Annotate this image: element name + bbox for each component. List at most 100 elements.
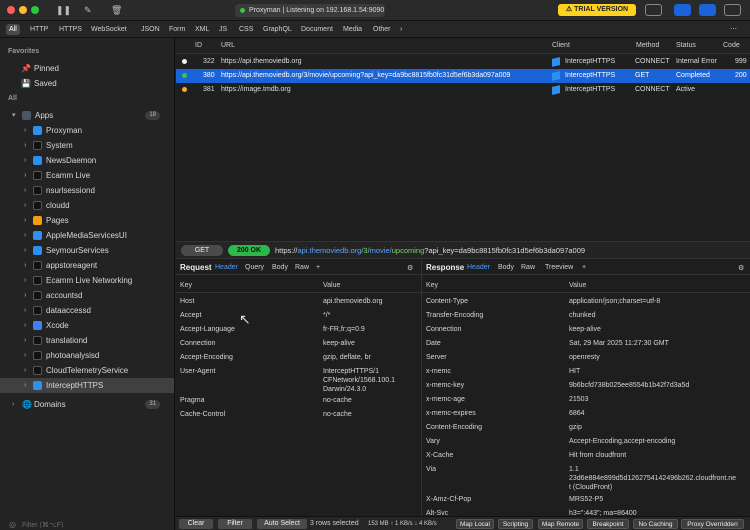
sidebar-item-cloudtelemetryservice[interactable]: › CloudTelemetryService (0, 363, 174, 378)
table-row[interactable]: 380 https://api.themoviedb.org/3/movie/u… (176, 69, 750, 83)
filter-tab-other[interactable]: Other (370, 24, 394, 35)
trash-icon[interactable]: 🗑 (111, 5, 122, 15)
compose-icon[interactable]: ✎ (84, 5, 92, 15)
chevron-right-icon[interactable]: › (24, 288, 30, 303)
chevron-down-icon[interactable]: ▾ (12, 108, 18, 123)
sidebar-item-system[interactable]: › System (0, 138, 174, 153)
chevron-right-icon[interactable]: › (24, 243, 30, 258)
sidebar-item-pages[interactable]: › Pages (0, 213, 174, 228)
chevron-right-icon[interactable]: › (24, 258, 30, 273)
sidebar-group-apps[interactable]: ▾ Apps 18 (0, 108, 174, 123)
tab-response-treeview[interactable]: Treeview (545, 264, 573, 271)
chevron-right-icon[interactable]: › (24, 228, 30, 243)
gear-icon[interactable]: ⚙ (738, 264, 744, 272)
window-layout-icon[interactable] (645, 4, 662, 16)
scripting-toggle[interactable]: Scripting (498, 519, 533, 529)
column-header-client[interactable]: Client (552, 38, 570, 54)
gear-icon[interactable]: ⚙ (407, 264, 413, 272)
filter-tab-all[interactable]: All (6, 24, 20, 35)
sidebar-filter-input[interactable]: Filter (⌘⌥F) (22, 520, 162, 530)
chevron-right-icon[interactable]: › (24, 183, 30, 198)
chevron-right-icon[interactable]: › (24, 213, 30, 228)
filter-tab-graphql[interactable]: GraphQL (260, 24, 295, 35)
sidebar-item-newsdaemon[interactable]: › NewsDaemon (0, 153, 174, 168)
table-row[interactable]: 381 https://image.tmdb.org InterceptHTTP… (176, 83, 750, 97)
filter-tab-http[interactable]: HTTP (27, 24, 51, 35)
chevron-right-icon[interactable]: › (24, 168, 30, 183)
add-tab-button[interactable]: + (316, 264, 320, 271)
auto-select-button[interactable]: Auto Select (257, 519, 307, 529)
sidebar-item-seymourservices[interactable]: › SeymourServices (0, 243, 174, 258)
chevron-right-icon[interactable]: › (24, 273, 30, 288)
pause-icon[interactable]: ❚❚ (56, 5, 71, 15)
chevron-right-icon[interactable]: › (12, 397, 18, 412)
column-header-method[interactable]: Method (636, 38, 659, 54)
sidebar-item-intercepthttps[interactable]: › InterceptHTTPS (0, 378, 174, 393)
sidebar-item-photoanalysisd[interactable]: › photoanalysisd (0, 348, 174, 363)
filter-tab-media[interactable]: Media (340, 24, 365, 35)
tab-request-header[interactable]: Header (215, 264, 238, 271)
chevron-right-icon[interactable]: › (24, 138, 30, 153)
sidebar-item-ecamm-live[interactable]: › Ecamm Live (0, 168, 174, 183)
column-header-url[interactable]: URL (221, 38, 235, 54)
column-header-id[interactable]: ID (195, 38, 202, 54)
filter-tab-css[interactable]: CSS (236, 24, 256, 35)
sidebar-item-pinned[interactable]: 📌 Pinned (0, 61, 174, 76)
right-pane-toggle-icon[interactable] (724, 4, 741, 16)
map-local-toggle[interactable]: Map Local (456, 519, 494, 529)
sidebar-group-domains[interactable]: › 🌐 Domains 31 (0, 397, 174, 412)
sidebar-item-saved[interactable]: 💾 Saved (0, 76, 174, 91)
sidebar-item-applemediaservicesui[interactable]: › AppleMediaServicesUI (0, 228, 174, 243)
filter-tab-json[interactable]: JSON (138, 24, 163, 35)
proxy-overridden-toggle[interactable]: Proxy Overridden (681, 519, 744, 529)
column-header-status[interactable]: Status (676, 38, 696, 54)
sidebar-item-appstoreagent[interactable]: › appstoreagent (0, 258, 174, 273)
sidebar-item-dataaccessd[interactable]: › dataaccessd (0, 303, 174, 318)
sidebar-item-ecamm-live-networking[interactable]: › Ecamm Live Networking (0, 273, 174, 288)
filter-tab-websocket[interactable]: WebSocket (88, 24, 130, 35)
tab-response-raw[interactable]: Raw (521, 264, 535, 271)
filter-button[interactable]: Filter (218, 519, 252, 529)
tab-request-body[interactable]: Body (272, 264, 288, 271)
request-url[interactable]: https://api.themoviedb.org/3/movie/upcom… (275, 245, 585, 256)
sidebar-item-nsurlsessiond[interactable]: › nsurlsessiond (0, 183, 174, 198)
chevron-right-icon[interactable]: › (24, 378, 30, 393)
chevron-right-icon[interactable]: › (397, 24, 405, 35)
chevron-right-icon[interactable]: › (24, 333, 30, 348)
tab-response-header[interactable]: Header (467, 264, 490, 271)
chevron-right-icon[interactable]: › (24, 198, 30, 213)
filter-tab-https[interactable]: HTTPS (56, 24, 85, 35)
no-caching-toggle[interactable]: No Caching (633, 519, 678, 529)
sidebar-item-cloudd[interactable]: › cloudd (0, 198, 174, 213)
trial-badge[interactable]: ⚠ TRIAL VERSION (558, 4, 636, 16)
sidebar-toggle-icon[interactable] (674, 4, 691, 16)
chevron-right-icon[interactable]: › (24, 348, 30, 363)
filter-tab-form[interactable]: Form (166, 24, 188, 35)
sidebar-item-proxyman[interactable]: › Proxyman (0, 123, 174, 138)
chevron-right-icon[interactable]: › (24, 318, 30, 333)
zoom-window-button[interactable] (31, 6, 39, 14)
clear-button[interactable]: Clear (179, 519, 213, 529)
filter-tab-document[interactable]: Document (298, 24, 336, 35)
breakpoint-toggle[interactable]: Breakpoint (587, 519, 629, 529)
add-tab-button[interactable]: + (582, 264, 586, 271)
table-row[interactable]: 322 https://api.themoviedb.org Intercept… (176, 55, 750, 69)
more-icon[interactable]: ⋯ (727, 24, 740, 35)
tab-request-raw[interactable]: Raw (295, 264, 309, 271)
sidebar-item-accountsd[interactable]: › accountsd (0, 288, 174, 303)
close-window-button[interactable] (7, 6, 15, 14)
sidebar-item-xcode[interactable]: › Xcode (0, 318, 174, 333)
bottom-pane-toggle-icon[interactable] (699, 4, 716, 16)
map-remote-toggle[interactable]: Map Remote (538, 519, 583, 529)
tab-request-query[interactable]: Query (245, 264, 264, 271)
sidebar-item-translationd[interactable]: › translationd (0, 333, 174, 348)
chevron-right-icon[interactable]: › (24, 123, 30, 138)
chevron-right-icon[interactable]: › (24, 363, 30, 378)
tab-response-body[interactable]: Body (498, 264, 514, 271)
filter-tab-xml[interactable]: XML (192, 24, 212, 35)
filter-tab-js[interactable]: JS (216, 24, 230, 35)
chevron-right-icon[interactable]: › (24, 153, 30, 168)
chevron-right-icon[interactable]: › (24, 303, 30, 318)
column-header-code[interactable]: Code (723, 38, 740, 54)
minimize-window-button[interactable] (19, 6, 27, 14)
